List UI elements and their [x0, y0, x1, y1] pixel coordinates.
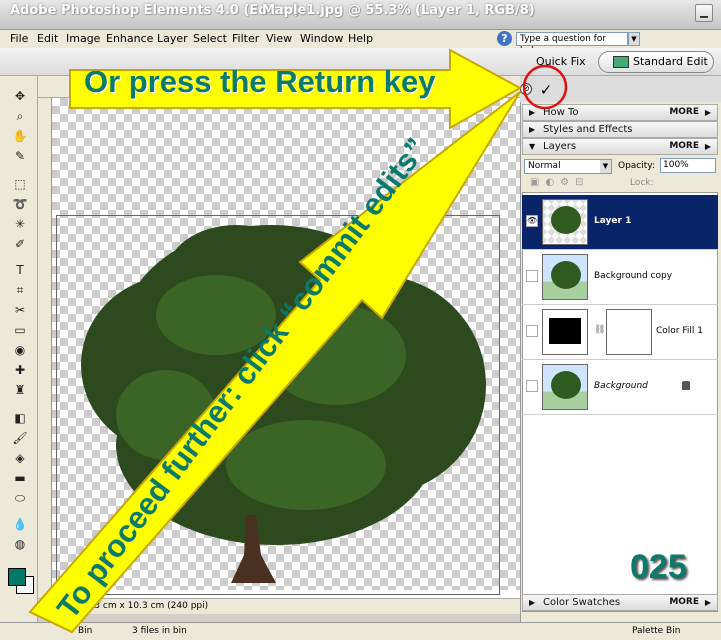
- swatches-title: Color Swatches: [543, 597, 621, 608]
- menu-filter[interactable]: Filter: [232, 32, 259, 45]
- visibility-toggle-icon[interactable]: [526, 380, 538, 392]
- foreground-color-swatch[interactable]: [8, 568, 26, 586]
- link-chain-icon: ⛓: [594, 325, 606, 335]
- crop-tool-icon[interactable]: ⌗: [12, 282, 28, 298]
- brush-tool-icon[interactable]: 🖌: [12, 430, 28, 446]
- sponge-tool-icon[interactable]: ◍: [12, 536, 28, 552]
- straighten-tool-icon[interactable]: ▭: [12, 322, 28, 338]
- howto-more-button[interactable]: MORE: [669, 105, 699, 120]
- zoom-tool-icon[interactable]: ⌕: [12, 108, 28, 124]
- layer-name: Color Fill 1: [656, 326, 703, 336]
- collapse-triangle-icon: ▼: [529, 142, 536, 151]
- standard-edit-label: Standard Edit: [633, 55, 708, 68]
- shape-tool-icon[interactable]: ⬭: [12, 490, 28, 506]
- commit-edits-icon[interactable]: ✓: [536, 80, 556, 100]
- expand-triangle-icon: ▶: [529, 108, 536, 117]
- healing-brush-tool-icon[interactable]: ✚: [12, 362, 28, 378]
- marquee-tool-icon[interactable]: ⬚: [12, 176, 28, 192]
- expand-triangle-icon: ▶: [529, 125, 536, 134]
- menu-select[interactable]: Select: [193, 32, 227, 45]
- menu-image[interactable]: Image: [66, 32, 100, 45]
- styles-title: Styles and Effects: [543, 124, 633, 135]
- layers-more-button[interactable]: MORE: [669, 139, 699, 154]
- lock-label: Lock:: [630, 178, 654, 188]
- layer-action-icons[interactable]: ▣◐⚙⊟: [530, 177, 590, 188]
- document-ruler: [38, 98, 52, 598]
- expand-triangle-icon: ▶: [529, 598, 536, 607]
- help-icon[interactable]: ?: [497, 31, 512, 46]
- layer-thumbnail: [542, 364, 588, 410]
- magic-wand-tool-icon[interactable]: ✳: [12, 216, 28, 232]
- menu-view[interactable]: View: [266, 32, 292, 45]
- paint-bucket-tool-icon[interactable]: ◈: [12, 450, 28, 466]
- quick-fix-button[interactable]: Quick Fix: [512, 52, 596, 72]
- bin-label[interactable]: Bin: [78, 626, 92, 636]
- standard-edit-icon: [613, 56, 629, 68]
- lasso-tool-icon[interactable]: ➰: [12, 196, 28, 212]
- menu-file[interactable]: File: [10, 32, 28, 45]
- layer-name: Background: [594, 381, 648, 391]
- visibility-toggle-icon[interactable]: [526, 270, 538, 282]
- annotation-return-key: Or press the Return key: [84, 64, 436, 99]
- hand-tool-icon[interactable]: ✋: [12, 128, 28, 144]
- color-swatches-palette-header[interactable]: ▶ Color Swatches MORE ▶: [522, 594, 718, 611]
- help-search-input[interactable]: Type a question for help: [516, 32, 628, 56]
- eyedropper-tool-icon[interactable]: ✎: [12, 148, 28, 164]
- help-dropdown-arrow-icon[interactable]: ▼: [628, 32, 640, 46]
- opacity-input[interactable]: 100%: [660, 158, 716, 173]
- title-bar: Adobe Photoshop Elements 4.0 (Editor) Ma…: [0, 0, 721, 30]
- blur-tool-icon[interactable]: 💧: [12, 516, 28, 532]
- lock-icon: [682, 381, 690, 390]
- layer-name: Layer 1: [594, 216, 632, 226]
- bin-count: 3 files in bin: [132, 626, 187, 636]
- layer-row-layer-1[interactable]: 👁 Layer 1: [522, 195, 718, 250]
- document-title: Maple1.jpg @ 55.3% (Layer 1, RGB/8): [262, 3, 535, 18]
- red-eye-tool-icon[interactable]: ◉: [12, 342, 28, 358]
- howto-title: How To: [543, 107, 579, 118]
- styles-palette-header[interactable]: ▶ Styles and Effects: [522, 121, 718, 138]
- layer-thumbnail: [542, 254, 588, 300]
- layer-row-background[interactable]: Background: [522, 360, 718, 415]
- clone-stamp-tool-icon[interactable]: ♜: [12, 382, 28, 398]
- cookie-cutter-tool-icon[interactable]: ✂: [12, 302, 28, 318]
- visibility-toggle-icon[interactable]: [526, 325, 538, 337]
- layers-title: Layers: [543, 141, 577, 152]
- swatches-more-button[interactable]: MORE: [669, 595, 699, 610]
- layer-row-color-fill-1[interactable]: ⛓ Color Fill 1: [522, 305, 718, 360]
- menu-enhance[interactable]: Enhance: [106, 32, 153, 45]
- fill-layer-thumbnail: [542, 309, 588, 355]
- more-arrow-icon: ▶: [704, 108, 711, 117]
- standard-edit-button[interactable]: Standard Edit: [598, 51, 714, 73]
- menu-edit[interactable]: Edit: [37, 32, 58, 45]
- palette-bin-toggle[interactable]: Palette Bin: [632, 626, 680, 636]
- opacity-label: Opacity:: [618, 161, 655, 171]
- layer-name: Background copy: [594, 271, 673, 281]
- menu-window[interactable]: Window: [300, 32, 343, 45]
- layer-thumbnail: [542, 199, 588, 245]
- layer-mask-thumbnail: [606, 309, 652, 355]
- type-tool-icon[interactable]: T: [12, 262, 28, 278]
- layer-row-background-copy[interactable]: Background copy: [522, 250, 718, 305]
- minimize-button[interactable]: [695, 4, 713, 22]
- howto-palette-header[interactable]: ▶ How To MORE ▶: [522, 104, 718, 121]
- menu-help[interactable]: Help: [348, 32, 373, 45]
- more-arrow-icon: ▶: [704, 598, 711, 607]
- app-title: Adobe Photoshop Elements 4.0 (Editor): [10, 3, 300, 18]
- toolbox: ✥ ⌕ ✋ ✎ ⬚ ➰ ✳ ✐ T ⌗ ✂ ▭ ◉ ✚ ♜ ◧ 🖌 ◈ ▬ ⬭ …: [0, 76, 38, 624]
- more-arrow-icon: ▶: [704, 142, 711, 151]
- layers-palette-header[interactable]: ▼ Layers MORE ▶: [522, 138, 718, 155]
- visibility-eye-icon[interactable]: 👁: [526, 215, 538, 227]
- menu-layer[interactable]: Layer: [157, 32, 188, 45]
- selection-brush-tool-icon[interactable]: ✐: [12, 236, 28, 252]
- move-tool-icon[interactable]: ✥: [12, 88, 28, 104]
- eraser-tool-icon[interactable]: ◧: [12, 410, 28, 426]
- status-bar: 9.53 cm x 10.3 cm (240 ppi): [38, 598, 520, 614]
- step-number-badge: 025: [630, 548, 687, 586]
- blend-mode-select[interactable]: Normal: [524, 159, 612, 174]
- document-size: 9.53 cm x 10.3 cm (240 ppi): [80, 601, 209, 611]
- gradient-tool-icon[interactable]: ▬: [12, 470, 28, 486]
- blend-dropdown-arrow-icon[interactable]: ▼: [600, 160, 611, 173]
- photo-bin-bar: Bin 3 files in bin Palette Bin: [0, 622, 721, 640]
- cancel-edits-icon[interactable]: ⊘: [520, 83, 532, 95]
